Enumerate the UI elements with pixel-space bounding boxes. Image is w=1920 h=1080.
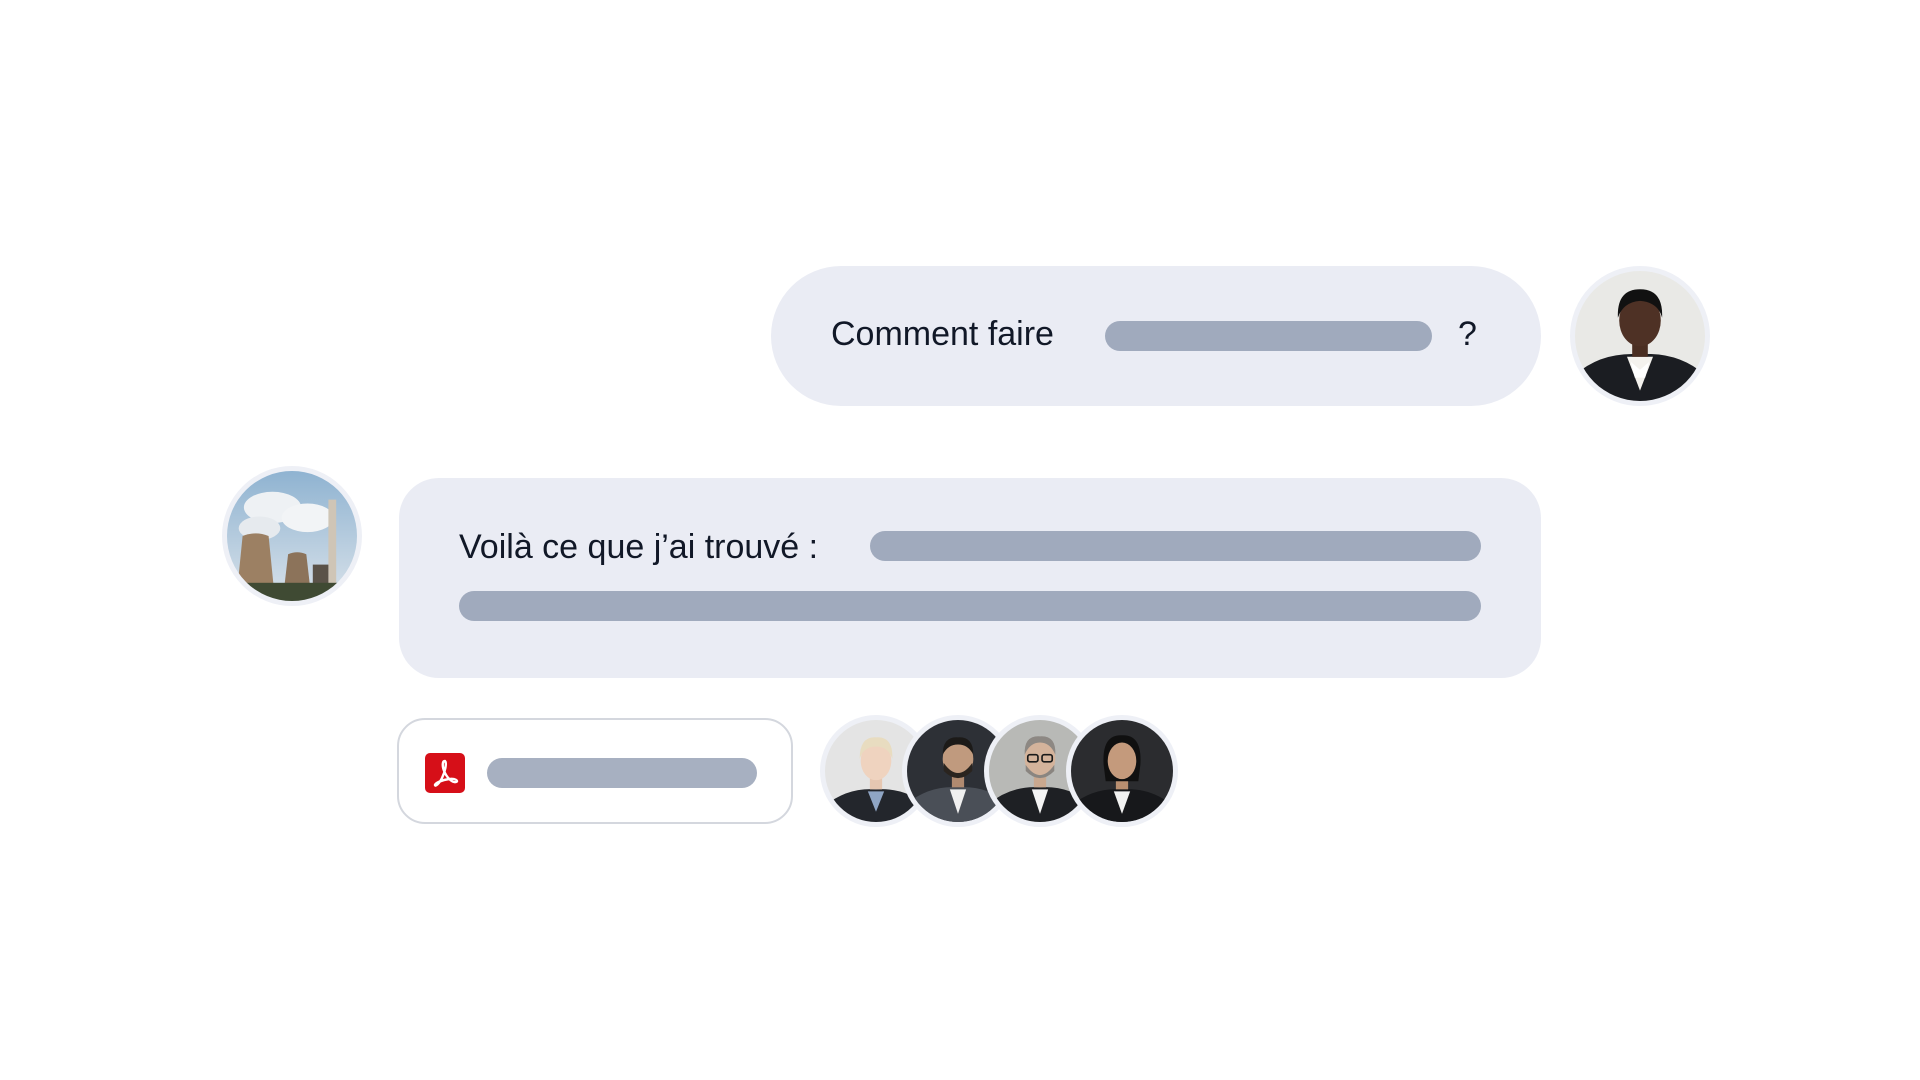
contributor-avatar[interactable] (1066, 715, 1178, 827)
file-name-placeholder (487, 758, 757, 788)
assistant-message-bubble (399, 478, 1541, 678)
user-message-suffix: ? (1458, 315, 1477, 353)
redacted-text-placeholder (870, 531, 1481, 561)
assistant-message-text: Voilà ce que j’ai trouvé : (459, 528, 819, 566)
power-plant-cooling-towers-photo-icon (227, 471, 357, 601)
professional-woman-portrait-icon (1575, 271, 1705, 401)
redacted-text-placeholder (1105, 321, 1432, 351)
assistant-avatar[interactable] (222, 466, 362, 606)
redacted-text-placeholder (459, 591, 1481, 621)
contributor-avatar-woman-dark-hair-icon (1071, 720, 1173, 822)
pdf-icon (425, 753, 465, 793)
user-message-prefix: Comment faire (831, 315, 1054, 353)
pdf-attachment-card[interactable] (397, 718, 793, 824)
user-avatar[interactable] (1570, 266, 1710, 406)
